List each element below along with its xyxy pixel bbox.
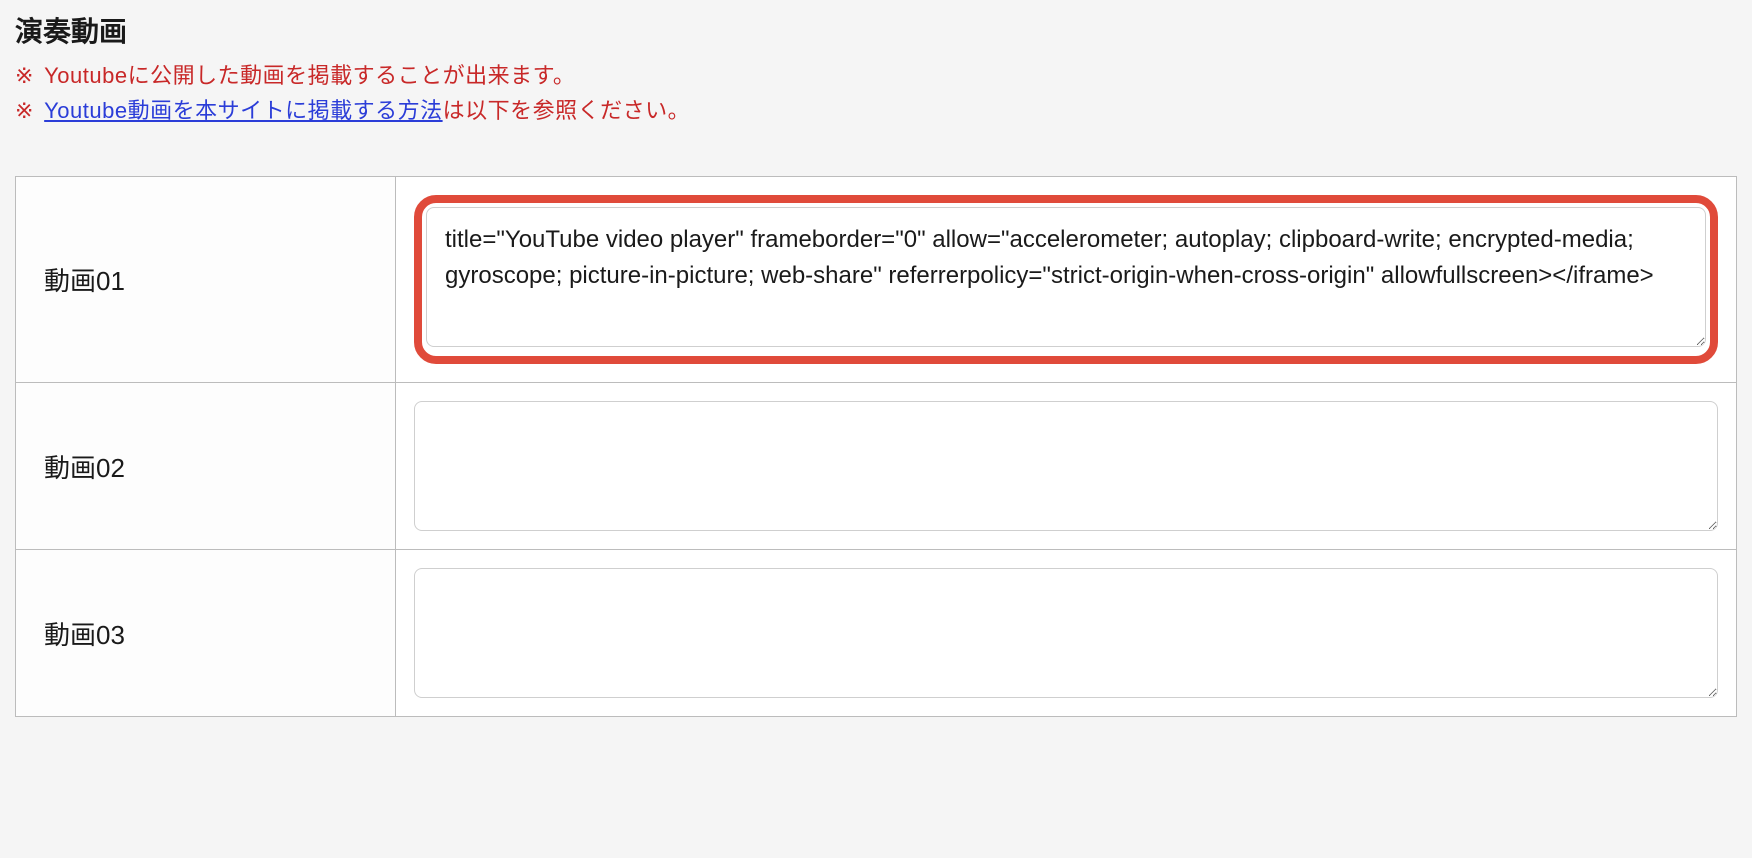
form-row-video-02: 動画02 (16, 383, 1736, 550)
input-cell-video-02 (396, 383, 1736, 549)
highlighted-input-wrap: title="YouTube video player" frameborder… (414, 195, 1718, 364)
label-video-02: 動画02 (16, 383, 396, 549)
form-row-video-01: 動画01 title="YouTube video player" frameb… (16, 177, 1736, 383)
notice-text: Youtubeに公開した動画を掲載することが出来ます。 (44, 63, 575, 88)
label-video-01: 動画01 (16, 177, 396, 382)
notice-suffix: は以下を参照ください。 (443, 98, 691, 123)
notice-prefix: ※ (15, 63, 34, 88)
notice-prefix: ※ (15, 98, 34, 123)
notice-line-1: ※ Youtubeに公開した動画を掲載することが出来ます。 (15, 58, 1737, 93)
video-form-table: 動画01 title="YouTube video player" frameb… (15, 176, 1737, 717)
section-title: 演奏動画 (15, 10, 1737, 50)
notice-line-2: ※ Youtube動画を本サイトに掲載する方法は以下を参照ください。 (15, 93, 1737, 128)
label-video-03: 動画03 (16, 550, 396, 716)
textarea-video-02[interactable] (414, 401, 1718, 531)
input-cell-video-01: title="YouTube video player" frameborder… (396, 177, 1736, 382)
notice-link-youtube-howto[interactable]: Youtube動画を本サイトに掲載する方法 (44, 98, 442, 123)
form-row-video-03: 動画03 (16, 550, 1736, 716)
textarea-video-03[interactable] (414, 568, 1718, 698)
textarea-video-01[interactable]: title="YouTube video player" frameborder… (426, 207, 1706, 347)
input-cell-video-03 (396, 550, 1736, 716)
